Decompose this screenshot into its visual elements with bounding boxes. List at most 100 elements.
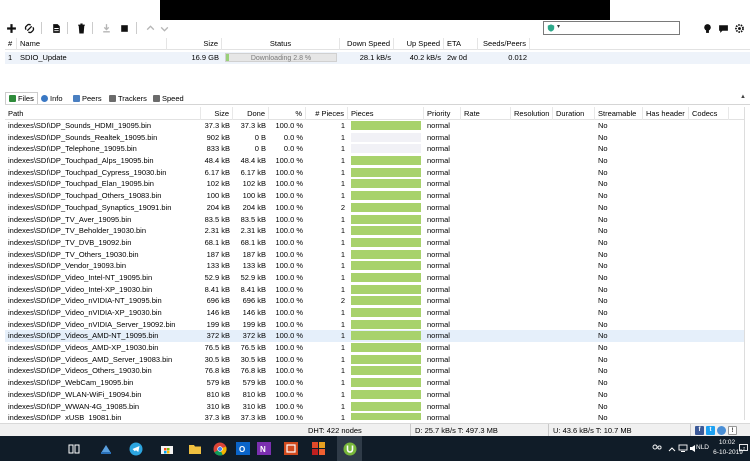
file-streamable: No — [598, 156, 608, 166]
col-eta[interactable]: ETA — [444, 37, 478, 50]
table-row[interactable]: indexes\SDI\DP_Video_Intel-XP_19030.bin 8… — [5, 284, 744, 296]
file-resolution — [511, 389, 553, 401]
col-seeds-peers[interactable]: Seeds/Peers — [478, 37, 530, 50]
add-torrent-icon[interactable] — [4, 21, 18, 35]
pieces-fill — [351, 319, 421, 329]
outlook-icon[interactable]: O — [235, 441, 250, 456]
facebook-icon[interactable]: f — [695, 426, 704, 435]
col-has-header[interactable]: Has header — [643, 107, 689, 120]
store-icon[interactable] — [159, 441, 174, 456]
stop-icon[interactable] — [117, 21, 131, 35]
remove-icon[interactable] — [74, 21, 88, 35]
gear-icon[interactable] — [732, 21, 746, 35]
table-row[interactable]: indexes\SDI\DP_Touchpad_Others_19083.bin… — [5, 190, 744, 202]
chrome-icon[interactable] — [212, 441, 227, 456]
table-row[interactable]: indexes\SDI\DP_TV_Aver_19095.bin 83.5 kB 8… — [5, 214, 744, 226]
col-pieces-count[interactable]: # Pieces — [306, 107, 348, 120]
bulb-icon[interactable] — [700, 21, 714, 35]
telegram-icon[interactable] — [128, 441, 143, 456]
table-row[interactable]: indexes\SDI\DP_Video_nVIDIA_Server_19092… — [5, 319, 744, 331]
table-row[interactable]: indexes\SDI\DP_xUSB_19081.bin 37.3 kB 37.3… — [5, 412, 744, 420]
web-icon[interactable] — [717, 426, 726, 435]
col-num[interactable]: # — [5, 37, 17, 50]
notifications-icon[interactable]: 2 — [737, 441, 749, 456]
table-row[interactable]: indexes\SDI\DP_Video_nVIDIA-NT_19095.bin… — [5, 295, 744, 307]
col-done[interactable]: Done — [233, 107, 269, 120]
app-grid-icon[interactable] — [311, 441, 326, 456]
task-view-icon[interactable] — [66, 441, 81, 456]
col-codecs[interactable]: Codecs — [689, 107, 729, 120]
col-pieces[interactable]: Pieces — [348, 107, 424, 120]
tab-trackers[interactable]: Trackers — [106, 92, 150, 104]
table-row[interactable]: indexes\SDI\DP_TV_Beholder_19030.bin 2.31… — [5, 225, 744, 237]
table-row[interactable]: indexes\SDI\DP_WebCam_19095.bin 579 kB 579… — [5, 377, 744, 389]
table-row[interactable]: indexes\SDI\DP_WLAN-WiFi_19094.bin 810 kB… — [5, 389, 744, 401]
utorrent-icon[interactable] — [342, 441, 357, 456]
table-row[interactable]: indexes\SDI\DP_Sounds_HDMI_19095.bin 37.3… — [5, 120, 744, 132]
file-pieces-count: 1 — [340, 343, 345, 353]
table-row[interactable]: indexes\SDI\DP_Telephone_19095.bin 833 kB… — [5, 143, 744, 155]
table-row[interactable]: indexes\SDI\DP_TV_DVB_19092.bin 68.1 kB 68… — [5, 237, 744, 249]
file-has-header — [643, 307, 689, 319]
table-row[interactable]: indexes\SDI\DP_Videos_AMD-NT_19095.bin 37… — [5, 330, 744, 343]
office-icon[interactable] — [283, 441, 298, 456]
tab-info[interactable]: Info — [38, 92, 66, 104]
cloud-app-icon[interactable] — [98, 441, 113, 456]
file-done: 37.3 kB — [240, 121, 266, 130]
table-row[interactable]: indexes\SDI\DP_Touchpad_Elan_19095.bin 10… — [5, 178, 744, 190]
torrent-row[interactable]: 1 SDIO_Update 16.9 GB Downloading 2.8 % … — [5, 52, 750, 64]
col-size[interactable]: Size — [167, 37, 222, 50]
twitter-icon[interactable]: t — [706, 426, 715, 435]
file-size: 30.5 kB — [204, 354, 230, 364]
expand-arrow-icon[interactable]: ▲ — [740, 94, 746, 100]
pieces-bar — [351, 413, 421, 420]
table-row[interactable]: indexes\SDI\DP_WWAN-4G_19085.bin 310 kB 31… — [5, 401, 744, 413]
col-name[interactable]: Name — [17, 37, 167, 50]
move-up-icon[interactable] — [143, 21, 157, 35]
file-percent: 0.0 % — [283, 144, 303, 154]
file-duration — [553, 365, 595, 377]
table-row[interactable]: indexes\SDI\DP_Vendor_19093.bin 133 kB 133… — [5, 260, 744, 272]
table-row[interactable]: indexes\SDI\DP_Video_Intel-NT_19095.bin 5… — [5, 272, 744, 284]
file-rate — [461, 330, 511, 342]
col-down-speed[interactable]: Down Speed — [340, 37, 394, 50]
tab-files[interactable]: Files — [5, 92, 38, 104]
file-rate — [461, 389, 511, 401]
table-row[interactable]: indexes\SDI\DP_Touchpad_Synaptics_19091.… — [5, 202, 744, 214]
file-done: 0 B — [254, 144, 266, 154]
col-path[interactable]: Path — [5, 107, 201, 120]
col-rate[interactable]: Rate — [461, 107, 511, 120]
col-size[interactable]: Size — [201, 107, 233, 120]
table-row[interactable]: indexes\SDI\DP_Video_nVIDIA-XP_19030.bin… — [5, 307, 744, 319]
tab-speed[interactable]: Speed — [150, 92, 187, 104]
chat-icon[interactable] — [716, 21, 730, 35]
table-row[interactable]: indexes\SDI\DP_Sounds_Realtek_19095.bin 9… — [5, 132, 744, 144]
folder-icon[interactable] — [187, 441, 202, 456]
people-icon[interactable] — [649, 441, 664, 456]
language-indicator[interactable]: NLD — [696, 444, 709, 451]
table-row[interactable]: indexes\SDI\DP_TV_Others_19030.bin 187 kB… — [5, 249, 744, 261]
alert-icon[interactable]: ! — [728, 426, 737, 435]
tab-peers[interactable]: Peers — [70, 92, 105, 104]
onenote-icon[interactable]: N — [256, 441, 271, 456]
table-row[interactable]: indexes\SDI\DP_Videos_AMD-XP_19030.bin 76… — [5, 342, 744, 354]
file-rate — [461, 214, 511, 226]
move-down-icon[interactable] — [157, 21, 171, 35]
search-dropdown-arrow[interactable]: ▾ — [557, 23, 560, 30]
create-torrent-icon[interactable] — [49, 21, 63, 35]
col-resolution[interactable]: Resolution — [511, 107, 553, 120]
table-row[interactable]: indexes\SDI\DP_Videos_Others_19030.bin 76… — [5, 365, 744, 377]
col-up-speed[interactable]: Up Speed — [394, 37, 444, 50]
file-rate — [461, 249, 511, 261]
table-row[interactable]: indexes\SDI\DP_Touchpad_Cypress_19030.bi… — [5, 167, 744, 179]
table-row[interactable]: indexes\SDI\DP_Touchpad_Alps_19095.bin 48… — [5, 155, 744, 167]
col-percent[interactable]: % — [269, 107, 306, 120]
download-icon[interactable] — [99, 21, 113, 35]
table-row[interactable]: indexes\SDI\DP_Videos_AMD_Server_19083.b… — [5, 354, 744, 366]
col-priority[interactable]: Priority — [424, 107, 461, 120]
col-streamable[interactable]: Streamable — [595, 107, 643, 120]
search-box[interactable]: ▾ — [543, 21, 680, 35]
col-duration[interactable]: Duration — [553, 107, 595, 120]
col-status[interactable]: Status — [222, 37, 340, 50]
add-link-icon[interactable] — [22, 21, 36, 35]
